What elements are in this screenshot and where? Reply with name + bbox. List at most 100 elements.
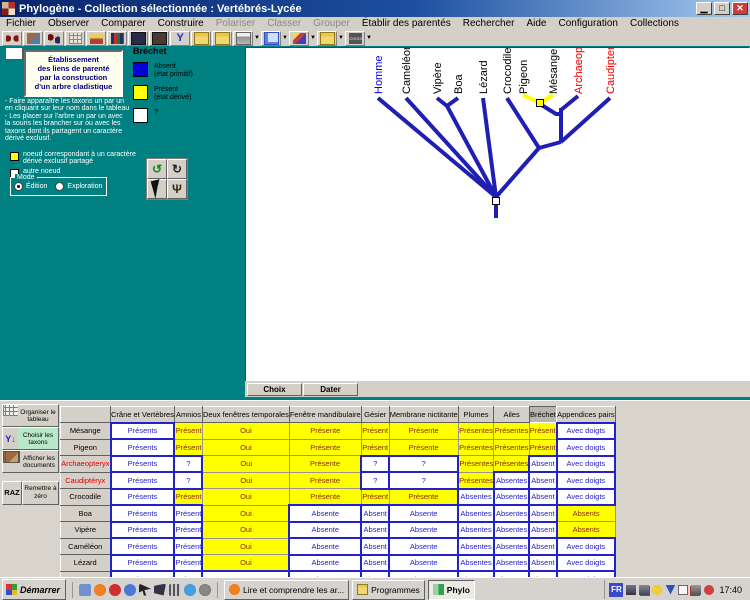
matrix-cell[interactable]: Présente <box>289 456 361 473</box>
matrix-cell[interactable]: Présente <box>389 423 458 440</box>
matrix-cell[interactable]: Avec doigts <box>557 439 616 456</box>
matrix-cell[interactable]: Oui <box>202 489 289 506</box>
matrix-cell[interactable]: Présent <box>361 423 389 440</box>
matrix-cell[interactable]: Présentes <box>458 439 494 456</box>
compare-windows-icon-button[interactable] <box>261 31 281 46</box>
screen-dark-icon-button[interactable] <box>128 31 148 46</box>
matrix-cell[interactable]: Présents <box>111 538 175 555</box>
folder-doc-icon-button[interactable] <box>212 31 232 46</box>
column-header-plumes[interactable]: Plumes <box>458 407 494 423</box>
column-header-appendices-pairs[interactable]: Appendices pairs <box>557 407 616 423</box>
matrix-cell[interactable]: Présentes <box>458 472 494 489</box>
matrix-cell[interactable]: Absent <box>529 505 556 522</box>
pointer-nw-icon[interactable] <box>139 584 151 596</box>
matrix-cell[interactable]: Présentes <box>494 423 529 440</box>
matrix-cell[interactable]: Absentes <box>494 472 529 489</box>
document-icon[interactable] <box>79 584 91 596</box>
matrix-cell[interactable]: Présente <box>289 439 361 456</box>
show-documents-button[interactable]: Afficher les documents <box>2 450 59 473</box>
taxon-label-mésange[interactable]: Mésange <box>548 49 560 94</box>
matrix-cell[interactable]: Absent <box>361 555 389 572</box>
matrix-cell[interactable]: Absent <box>529 522 556 539</box>
task-button-lire-et-comprendre-l[interactable]: Lire et comprendre les ar... <box>224 580 349 600</box>
matrix-cell[interactable]: Présent <box>361 439 389 456</box>
matrix-cell[interactable]: Présent <box>174 439 202 456</box>
matrix-cell[interactable]: Absent <box>529 472 556 489</box>
taxon-label-homme[interactable]: Homme <box>373 55 385 94</box>
menu-item-comparer[interactable]: Comparer <box>95 18 151 29</box>
undo-icon[interactable]: ↺ <box>147 159 167 179</box>
task-button-programmes[interactable]: Programmes <box>352 580 425 600</box>
organize-table-button[interactable]: Organiser le tableau <box>2 404 59 427</box>
matrix-cell[interactable]: Absentes <box>458 538 494 555</box>
matrix-cell[interactable]: Oui <box>202 505 289 522</box>
matrix-cell[interactable]: Présent <box>174 522 202 539</box>
globe-blue-icon[interactable] <box>184 584 196 596</box>
matrix-cell[interactable]: ? <box>389 472 458 489</box>
dropdown-arrow-icon[interactable]: ▼ <box>282 31 289 46</box>
matrix-cell[interactable]: Avec doigts <box>557 489 616 506</box>
matrix-cell[interactable]: Absente <box>289 538 361 555</box>
matrix-cell[interactable]: ? <box>174 472 202 489</box>
matrix-cell[interactable]: Présent <box>361 489 389 506</box>
matrix-cell[interactable]: Présents <box>111 505 175 522</box>
matrix-cell[interactable]: Absentes <box>494 538 529 555</box>
network-error-icon[interactable] <box>639 585 649 595</box>
rotate-icon[interactable]: ↻ <box>167 159 187 179</box>
printer-tray-icon[interactable] <box>691 585 701 595</box>
hand-claw-icon[interactable]: Ψ <box>167 179 187 199</box>
close-button[interactable]: ✕ <box>732 2 748 15</box>
matrix-cell[interactable]: Avec doigts <box>557 538 616 555</box>
matrix-cell[interactable]: Absents <box>557 522 616 539</box>
folder-open-icon-button[interactable] <box>191 31 211 46</box>
matrix-cell[interactable]: Absente <box>289 505 361 522</box>
taxon-button-mésange[interactable]: Mésange <box>61 423 111 440</box>
taxon-label-pigeon[interactable]: Pigeon <box>518 60 530 94</box>
matrix-cell[interactable]: Absentes <box>458 489 494 506</box>
matrix-cell[interactable]: Présents <box>111 555 175 572</box>
matrix-cell[interactable]: Oui <box>202 555 289 572</box>
matrix-cell[interactable]: Présentes <box>458 423 494 440</box>
taxon-label-boa[interactable]: Boa <box>453 74 465 94</box>
matrix-cell[interactable]: Présentes <box>458 456 494 473</box>
matrix-cell[interactable]: Présent <box>174 423 202 440</box>
matrix-cell[interactable]: ? <box>389 456 458 473</box>
matrix-cell[interactable]: Absent <box>361 538 389 555</box>
matrix-cell[interactable]: Présentes <box>494 439 529 456</box>
screen-image-icon-button[interactable] <box>149 31 169 46</box>
dropdown-arrow-icon[interactable]: ▼ <box>254 31 261 46</box>
matrix-cell[interactable]: Absentes <box>494 522 529 539</box>
column-header-deux-fenêtres-temporales[interactable]: Deux fenêtres temporales <box>202 407 289 423</box>
taxon-button-caudiptéryx[interactable]: Caudiptéryx <box>61 472 111 489</box>
matrix-icon-button[interactable] <box>107 31 127 46</box>
taxon-label-crocodile[interactable]: Crocodile <box>502 48 514 94</box>
alert-icon[interactable] <box>704 585 714 595</box>
choix-icon-button[interactable] <box>345 31 365 46</box>
column-header-amnios[interactable]: Amnios <box>174 407 202 423</box>
menu-item-observer[interactable]: Observer <box>42 18 95 29</box>
browser-e-icon[interactable] <box>124 584 136 596</box>
photo-gallery-icon-button[interactable] <box>23 31 43 46</box>
taxon-button-vipère[interactable]: Vipère <box>61 522 111 539</box>
matrix-cell[interactable]: Présente <box>289 472 361 489</box>
matrix-cell[interactable]: Avec doigts <box>557 456 616 473</box>
matrix-cell[interactable]: Absentes <box>494 489 529 506</box>
matrix-cell[interactable]: Absent <box>361 505 389 522</box>
matrix-cell[interactable]: Présente <box>389 489 458 506</box>
menu-item-aide[interactable]: Aide <box>520 18 552 29</box>
matrix-cell[interactable]: Présents <box>111 439 175 456</box>
tab-choix[interactable]: Choix <box>247 383 302 396</box>
dropdown-arrow-icon[interactable]: ▼ <box>310 31 317 46</box>
matrix-cell[interactable]: Oui <box>202 456 289 473</box>
taxon-label-caméléon[interactable]: Caméléon <box>401 48 413 94</box>
choose-taxa-button[interactable]: Y↓Choisir les taxons <box>2 427 59 450</box>
matrix-cell[interactable]: Absentes <box>458 522 494 539</box>
matrix-cell[interactable]: Absente <box>389 555 458 572</box>
taxon-label-archaeopteryx[interactable]: Archaeopteryx <box>573 48 585 94</box>
window-icon[interactable] <box>678 585 688 595</box>
matrix-cell[interactable]: Absent <box>529 555 556 572</box>
mode-radio-exploration[interactable]: Exploration <box>55 182 102 191</box>
butterflies-icon-button[interactable] <box>2 31 22 46</box>
raz-button[interactable]: RAZ <box>2 481 22 505</box>
printer-icon-button[interactable] <box>233 31 253 46</box>
